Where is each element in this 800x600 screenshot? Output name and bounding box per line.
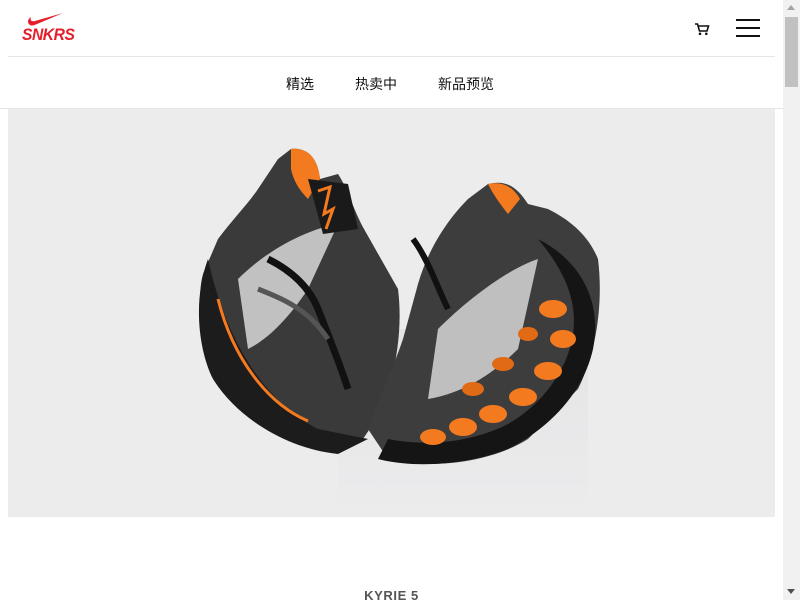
category-nav: 精选 热卖中 新品预览	[0, 57, 783, 108]
cart-icon	[695, 23, 710, 36]
cart-button[interactable]	[694, 21, 710, 36]
snkrs-logo[interactable]: SNKRS	[22, 9, 78, 49]
menu-button[interactable]	[736, 18, 760, 38]
page: SNKRS 精选 热卖中 新品预览 KYRIE 5	[0, 0, 800, 600]
tab-in-stock[interactable]: 热卖中	[355, 74, 397, 94]
sneakers-illustration	[198, 148, 600, 517]
scroll-up-icon[interactable]	[787, 5, 795, 10]
scrollbar[interactable]	[783, 0, 800, 600]
product-title: KYRIE 5	[364, 588, 419, 600]
header: SNKRS	[0, 0, 783, 56]
hero-product-image[interactable]	[8, 109, 775, 517]
left-sneaker	[198, 148, 400, 454]
brand-text: SNKRS	[22, 25, 75, 44]
tab-featured[interactable]: 精选	[286, 74, 314, 94]
tab-upcoming[interactable]: 新品预览	[438, 74, 494, 94]
scroll-thumb[interactable]	[785, 17, 798, 87]
hamburger-menu-icon	[736, 19, 760, 21]
scroll-down-icon[interactable]	[787, 589, 795, 594]
hamburger-line	[736, 27, 760, 29]
hamburger-line	[736, 35, 760, 37]
